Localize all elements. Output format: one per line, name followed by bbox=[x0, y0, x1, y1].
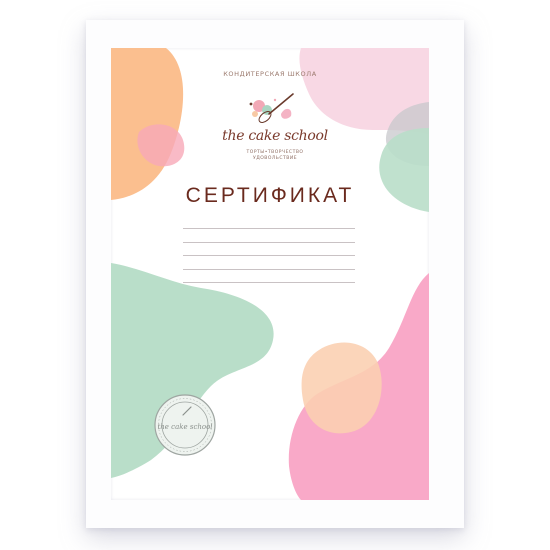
stamp-logo-text: the cake school bbox=[157, 423, 212, 431]
logo-text: the cake school bbox=[222, 128, 328, 144]
name-line bbox=[183, 268, 355, 270]
school-stamp: the cake school bbox=[154, 394, 216, 456]
logo-tagline: ТОРТЫ•ТВОРЧЕСТВО УДОВОЛЬСТВИЕ bbox=[215, 150, 335, 162]
name-line bbox=[183, 255, 355, 256]
school-logo: the cake school ТОРТЫ•ТВОРЧЕСТВО УДОВОЛЬ… bbox=[215, 84, 335, 174]
name-line bbox=[183, 282, 355, 283]
certificate-paper: КОНДИТЕРСКАЯ ШКОЛА the cake school ТОРТЫ… bbox=[111, 48, 429, 500]
school-type-label: КОНДИТЕРСКАЯ ШКОЛА bbox=[223, 70, 317, 78]
name-line bbox=[183, 228, 355, 229]
name-lines bbox=[183, 228, 355, 296]
tagline-line2: УДОВОЛЬСТВИЕ bbox=[252, 156, 298, 161]
name-line bbox=[183, 241, 355, 243]
whisk-icon bbox=[249, 93, 294, 123]
certificate-title: СЕРТИФИКАТ bbox=[185, 184, 355, 207]
